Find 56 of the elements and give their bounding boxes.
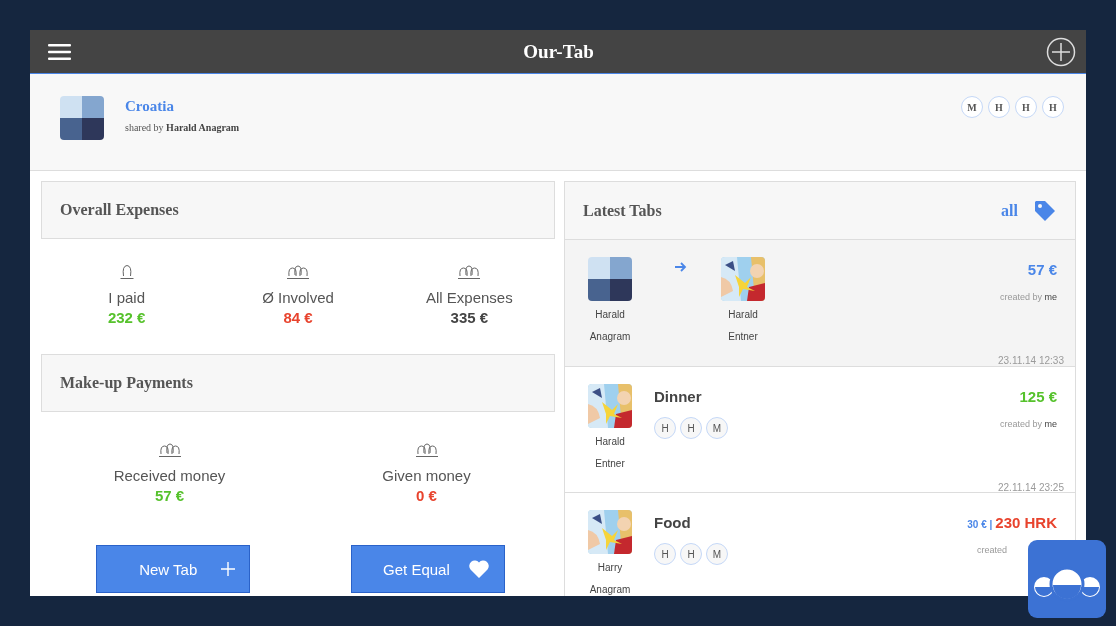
people-icon bbox=[286, 264, 310, 280]
shared-by-text: shared by Harald Anagram bbox=[125, 122, 241, 133]
member-avatar[interactable]: H bbox=[654, 417, 676, 439]
stat-label: Ø Involved bbox=[262, 289, 334, 306]
created-by-text: created by me bbox=[999, 292, 1057, 302]
stat-label: I paid bbox=[108, 289, 145, 306]
stat-label: Given money bbox=[382, 467, 471, 484]
get-equal-button[interactable]: Get Equal bbox=[350, 545, 505, 593]
menu-icon[interactable] bbox=[48, 42, 71, 61]
member-avatar[interactable]: H bbox=[1015, 96, 1037, 118]
created-by-text: created bbox=[976, 545, 1007, 555]
tab-amount: 125 € bbox=[1019, 388, 1057, 405]
member-avatar[interactable]: M bbox=[706, 417, 728, 439]
stat-value: 0 € bbox=[416, 487, 437, 504]
person-name: Harry Anagram bbox=[588, 561, 632, 596]
people-icon bbox=[457, 264, 482, 280]
stat-label: All Expenses bbox=[425, 289, 513, 306]
member-avatar[interactable]: M bbox=[961, 96, 983, 118]
tag-icon[interactable] bbox=[1033, 198, 1057, 223]
app-title: Our-Tab bbox=[523, 40, 594, 63]
add-icon[interactable] bbox=[1046, 36, 1076, 67]
tab-amount: 57 € bbox=[1027, 261, 1057, 278]
plus-icon bbox=[221, 562, 236, 576]
new-tab-button[interactable]: New Tab bbox=[96, 545, 251, 593]
stat-value: 57 € bbox=[154, 487, 185, 504]
person-icon bbox=[118, 264, 135, 280]
panel-title: Latest Tabs bbox=[583, 201, 663, 220]
app-logo-icon[interactable] bbox=[1028, 540, 1106, 618]
stat-value: 335 € bbox=[450, 309, 489, 326]
section-header: Make-up Payments bbox=[41, 354, 555, 412]
member-avatar[interactable]: H bbox=[988, 96, 1010, 118]
tab-title: Food bbox=[654, 514, 692, 531]
converted-amount: 30 € | bbox=[967, 519, 993, 530]
member-avatar[interactable]: H bbox=[1042, 96, 1064, 118]
avatar-icon bbox=[60, 96, 104, 140]
person-name: Harald Entner bbox=[594, 435, 626, 471]
avatar-icon bbox=[588, 257, 632, 301]
person-name: Harald Anagram bbox=[588, 308, 632, 344]
person-name: Harald Entner bbox=[727, 308, 759, 344]
stat-value: 84 € bbox=[283, 309, 313, 326]
created-by-text: created by me bbox=[999, 419, 1057, 429]
people-icon bbox=[414, 442, 439, 458]
member-avatar[interactable]: M bbox=[706, 543, 728, 565]
people-icon bbox=[157, 442, 182, 458]
tab-amount: 230 HRK bbox=[995, 514, 1057, 531]
tab-title: Dinner bbox=[654, 388, 703, 405]
tab-date: 22.11.14 23:25 bbox=[998, 482, 1064, 493]
arrow-icon bbox=[674, 262, 687, 272]
heart-icon bbox=[467, 559, 490, 579]
section-header: Overall Expenses bbox=[41, 181, 555, 239]
stat-label: Received money bbox=[113, 467, 226, 484]
member-avatar[interactable]: H bbox=[680, 417, 702, 439]
member-avatar[interactable]: H bbox=[654, 543, 676, 565]
member-avatar[interactable]: H bbox=[680, 543, 702, 565]
stat-value: 232 € bbox=[107, 309, 146, 326]
tab-date: 23.11.14 12:33 bbox=[998, 355, 1064, 366]
